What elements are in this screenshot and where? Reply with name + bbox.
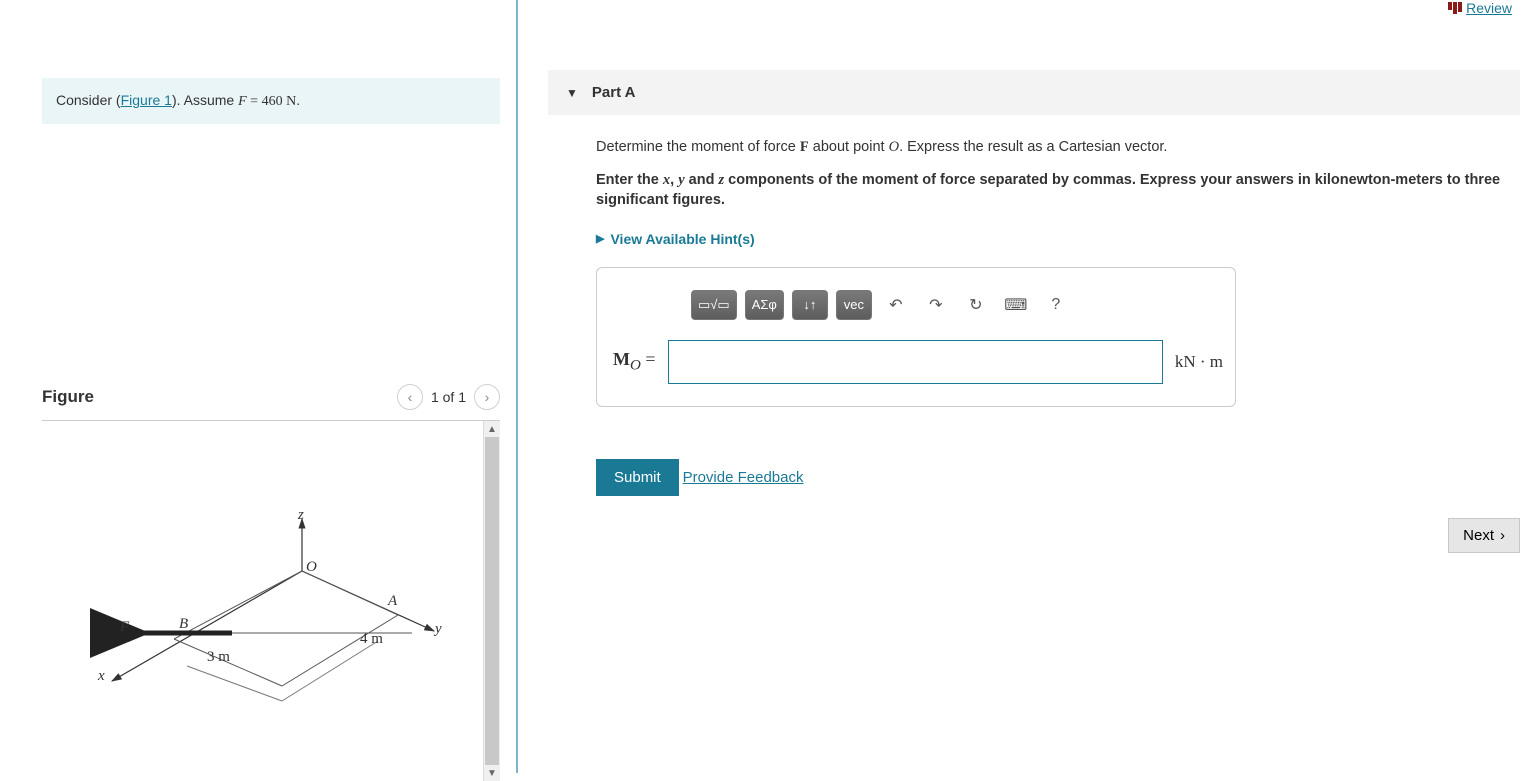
right-panel: Review ▼ Part A Determine the moment of …: [516, 0, 1536, 773]
question-prompt: Determine the moment of force F about po…: [596, 139, 1508, 156]
caret-right-icon: ▶: [596, 232, 604, 245]
keyboard-icon: ⌨: [1004, 295, 1027, 315]
help-icon: ?: [1051, 296, 1060, 314]
answer-variable: MO =: [613, 349, 656, 375]
force-f-label: F: [120, 619, 129, 636]
figure-prev-button[interactable]: ‹: [397, 384, 423, 410]
hints-toggle[interactable]: ▶ View Available Hint(s): [596, 231, 1508, 247]
review-link[interactable]: Review: [1448, 0, 1512, 16]
axis-z-label: z: [298, 507, 304, 524]
greek-button[interactable]: ΑΣφ: [745, 290, 784, 320]
submit-button[interactable]: Submit: [596, 459, 679, 496]
figure-pager: ‹ 1 of 1 ›: [397, 384, 500, 410]
answer-unit: kN · m: [1175, 352, 1223, 372]
problem-intro: Consider (Figure 1). Assume F = 460 N.: [42, 78, 500, 124]
figure-canvas: z O A y B F x 3 m 4 m: [42, 421, 483, 781]
force-symbol: F: [238, 94, 247, 109]
axis-x-label: x: [98, 668, 105, 685]
sym-F: F: [800, 139, 809, 155]
question-block: Determine the moment of force F about po…: [548, 115, 1508, 407]
figure-area: z O A y B F x 3 m 4 m ▲ ▼: [42, 421, 500, 781]
diagram-svg: [82, 511, 462, 731]
review-label: Review: [1466, 0, 1512, 16]
part-label: Part A: [592, 84, 636, 101]
undo-button[interactable]: ↶: [880, 290, 912, 320]
reset-button[interactable]: ↻: [960, 290, 992, 320]
intro-text-2: ). Assume: [172, 92, 238, 108]
dim-3m-label: 3 m: [207, 649, 230, 666]
intro-text: Consider (: [56, 92, 121, 108]
question-instructions: Enter the x, y and z components of the m…: [596, 170, 1508, 211]
next-button[interactable]: Next ›: [1448, 518, 1520, 553]
caret-down-icon: ▼: [566, 86, 578, 100]
subsup-button[interactable]: ↓↑: [792, 290, 828, 320]
help-button[interactable]: ?: [1040, 290, 1072, 320]
scroll-up-icon[interactable]: ▲: [484, 421, 500, 437]
scroll-down-icon[interactable]: ▼: [484, 765, 500, 781]
axis-y-label: y: [435, 621, 442, 638]
point-b-label: B: [179, 616, 188, 633]
figure-next-button[interactable]: ›: [474, 384, 500, 410]
redo-icon: ↷: [929, 295, 942, 315]
templates-button[interactable]: ▭√▭: [691, 290, 737, 320]
keyboard-button[interactable]: ⌨: [1000, 290, 1032, 320]
figure-link[interactable]: Figure 1: [121, 92, 172, 108]
part-header[interactable]: ▼ Part A: [548, 70, 1520, 115]
left-panel: Consider (Figure 1). Assume F = 460 N. F…: [0, 0, 516, 773]
review-icon: [1448, 2, 1462, 14]
scroll-thumb[interactable]: [485, 437, 499, 765]
point-o-label: O: [306, 559, 317, 576]
answer-input[interactable]: [668, 340, 1163, 384]
figure-scrollbar[interactable]: ▲ ▼: [483, 421, 500, 781]
point-a-label: A: [388, 593, 397, 610]
force-value: 460: [262, 94, 283, 109]
answer-box: ▭√▭ ΑΣφ ↓↑ vec ↶ ↷ ↻ ⌨ ? MO = kN · m: [596, 267, 1236, 407]
sym-O: O: [889, 139, 899, 155]
provide-feedback-link[interactable]: Provide Feedback: [683, 469, 804, 486]
figure-page-indicator: 1 of 1: [431, 389, 466, 405]
equation-toolbar: ▭√▭ ΑΣφ ↓↑ vec ↶ ↷ ↻ ⌨ ?: [691, 290, 1223, 320]
redo-button[interactable]: ↷: [920, 290, 952, 320]
chevron-right-icon: ›: [1500, 527, 1505, 544]
undo-icon: ↶: [889, 295, 902, 315]
answer-input-row: MO = kN · m: [613, 340, 1223, 384]
force-unit: N: [286, 94, 296, 109]
figure-header: Figure ‹ 1 of 1 ›: [42, 384, 500, 421]
dim-4m-label: 4 m: [360, 631, 383, 648]
vec-button[interactable]: vec: [836, 290, 872, 320]
reset-icon: ↻: [969, 295, 982, 315]
figure-title: Figure: [42, 387, 94, 407]
hints-label: View Available Hint(s): [610, 231, 754, 247]
